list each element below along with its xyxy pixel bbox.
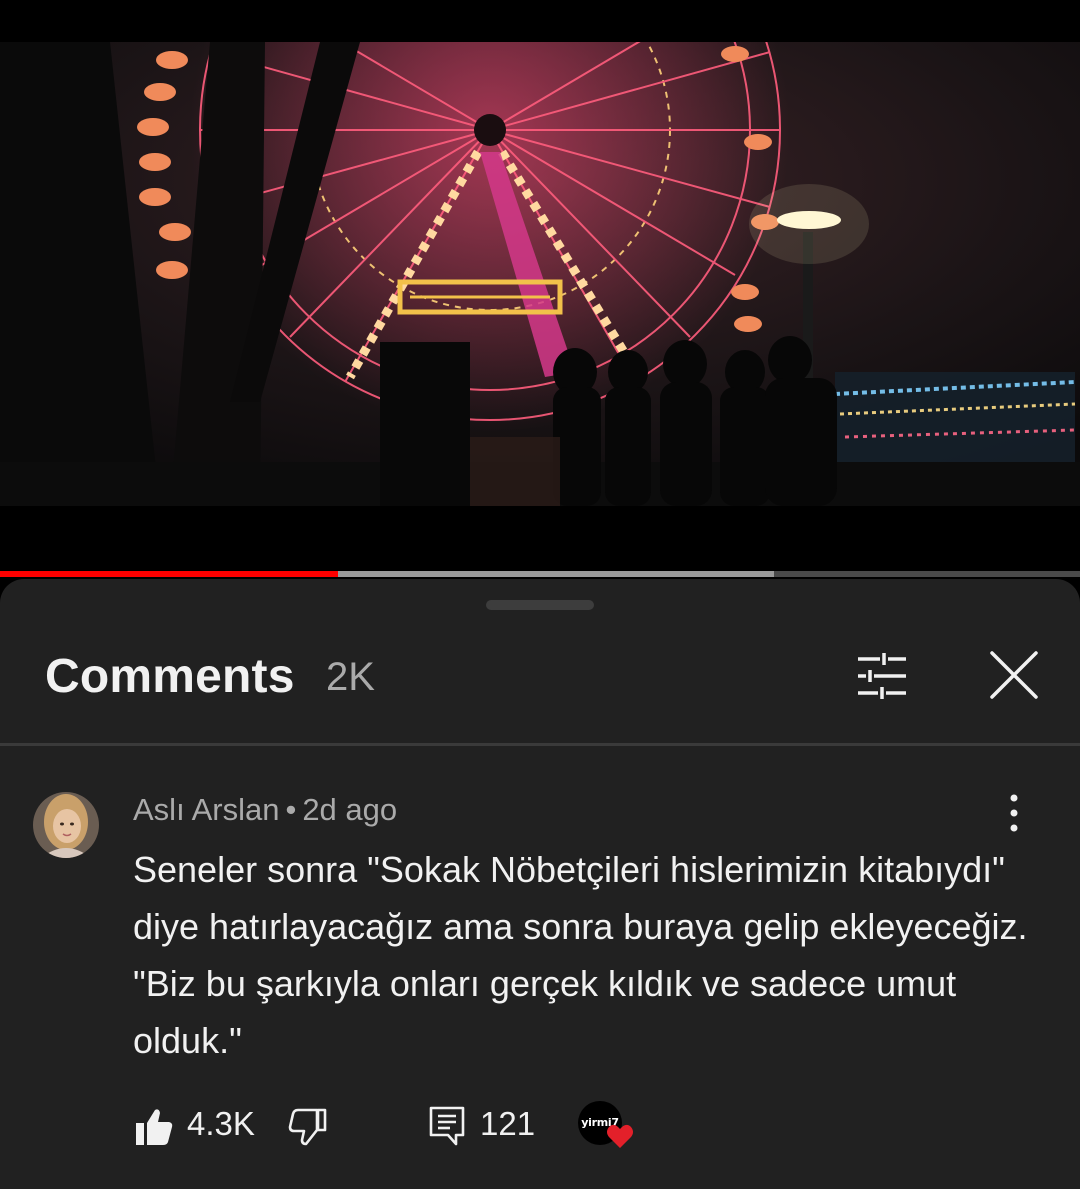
- video-player[interactable]: [0, 0, 1080, 577]
- more-vertical-icon[interactable]: [1000, 793, 1028, 833]
- sort-filter-icon[interactable]: [854, 651, 910, 701]
- comments-sheet: Comments 2K Aslı Arslan • 2d ago Seneler s…: [0, 579, 1080, 1189]
- like-count: 4.3K: [187, 1105, 255, 1142]
- comment-actions: 4.3K 121 yirmi7: [0, 1099, 1080, 1159]
- comment-meta: Aslı Arslan • 2d ago: [133, 792, 397, 828]
- comments-count: 2K: [326, 655, 375, 699]
- header-divider: [0, 743, 1080, 746]
- progress-bar[interactable]: [0, 571, 1080, 577]
- comment-author[interactable]: Aslı Arslan: [133, 792, 279, 827]
- meta-separator: •: [285, 792, 297, 827]
- comment-text: Seneler sonra "Sokak Nöbetçileri hisleri…: [133, 849, 1028, 1061]
- avatar[interactable]: [33, 792, 99, 858]
- reply-count: 121: [480, 1105, 536, 1142]
- reply-icon[interactable]: [428, 1105, 466, 1147]
- creator-heart: yirmi7: [578, 1101, 638, 1157]
- video-frame: [0, 42, 1080, 506]
- progress-played: [0, 571, 339, 577]
- comment-time: 2d ago: [302, 792, 398, 827]
- like-icon[interactable]: [134, 1107, 174, 1147]
- close-icon[interactable]: [988, 649, 1040, 701]
- comments-title: Comments: [45, 650, 295, 703]
- drag-handle[interactable]: [486, 600, 594, 610]
- dislike-icon[interactable]: [288, 1107, 328, 1147]
- heart-icon: [607, 1124, 633, 1148]
